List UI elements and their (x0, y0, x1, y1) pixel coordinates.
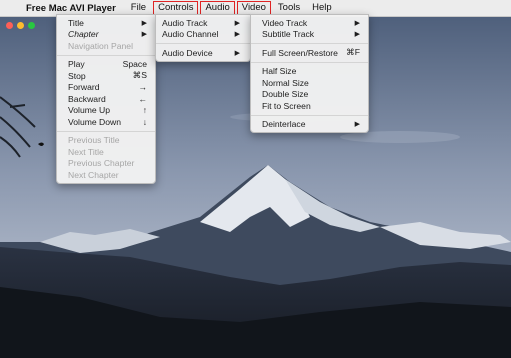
menu-item-label: Fit to Screen (262, 100, 311, 111)
menu-item-double-size[interactable]: Double Size (251, 89, 368, 101)
menu-item-navigation-panel: Navigation Panel (57, 40, 155, 52)
menu-item-label: Next Chapter (68, 169, 119, 180)
menu-item-stop[interactable]: Stop ⌘S (57, 70, 155, 82)
menu-item-backward[interactable]: Backward ← (57, 93, 155, 105)
menu-separator (156, 43, 250, 44)
shortcut-label: Space (122, 59, 147, 70)
shortcut-label: ⌘F (346, 47, 360, 58)
menu-item-audio-channel[interactable]: Audio Channel ▶ (156, 29, 250, 41)
menu-help[interactable]: Help (307, 1, 337, 15)
menu-item-label: Volume Down (68, 116, 122, 127)
app-name-menu[interactable]: Free Mac AVI Player (26, 3, 116, 14)
submenu-arrow-icon: ▶ (141, 31, 147, 39)
menu-audio[interactable]: Audio (200, 1, 235, 15)
controls-dropdown: Title ▶ Chapter ▶ Navigation Panel Play … (56, 14, 156, 184)
submenu-arrow-icon: ▶ (234, 49, 240, 57)
menu-item-label: Audio Track (162, 17, 208, 28)
menu-item-label: Full Screen/Restore (262, 47, 338, 58)
menu-item-fit-to-screen[interactable]: Fit to Screen (251, 100, 368, 112)
menu-item-audio-device[interactable]: Audio Device ▶ (156, 47, 250, 59)
menu-separator (251, 114, 368, 116)
menu-item-normal-size[interactable]: Normal Size (251, 77, 368, 89)
up-arrow-icon: ↑ (142, 105, 147, 116)
menu-item-label: Volume Up (68, 105, 111, 116)
menu-item-label: Half Size (262, 66, 297, 77)
down-arrow-icon: ↓ (142, 116, 147, 127)
menu-item-label: Play (68, 59, 85, 70)
menu-item-volume-up[interactable]: Volume Up ↑ (57, 105, 155, 117)
menu-controls[interactable]: Controls (153, 1, 199, 15)
menu-item-label: Forward (68, 82, 100, 93)
menu-separator (251, 43, 368, 44)
minimize-window-icon[interactable] (17, 22, 24, 29)
menu-item-label: Video Track (262, 17, 308, 28)
submenu-arrow-icon: ▶ (234, 19, 240, 27)
menu-item-title[interactable]: Title ▶ (57, 17, 155, 29)
menu-item-label: Navigation Panel (68, 40, 133, 51)
menu-item-previous-title: Previous Title (57, 135, 155, 147)
menu-item-label: Previous Chapter (68, 158, 135, 169)
menu-item-subtitle-track[interactable]: Subtitle Track ▶ (251, 29, 368, 41)
menu-item-forward[interactable]: Forward → (57, 82, 155, 94)
submenu-arrow-icon: ▶ (354, 31, 360, 39)
menu-item-label: Audio Device (162, 47, 213, 58)
menu-tools[interactable]: Tools (273, 1, 305, 15)
menu-item-next-chapter: Next Chapter (57, 169, 155, 181)
left-arrow-icon: ← (138, 93, 147, 104)
menu-item-deinterlace[interactable]: Deinterlace ▶ (251, 119, 368, 131)
menu-item-volume-down[interactable]: Volume Down ↓ (57, 116, 155, 128)
menu-item-label: Normal Size (262, 77, 309, 88)
menu-item-label: Backward (68, 93, 106, 104)
right-arrow-icon: → (138, 82, 147, 93)
menu-file[interactable]: File (126, 1, 151, 15)
menu-item-label: Subtitle Track (262, 29, 315, 40)
zoom-window-icon[interactable] (28, 22, 35, 29)
menu-separator (57, 130, 155, 132)
menu-item-label: Next Title (68, 146, 104, 157)
submenu-arrow-icon: ▶ (354, 19, 360, 27)
menu-item-label: Previous Title (68, 135, 120, 146)
menu-item-previous-chapter: Previous Chapter (57, 158, 155, 170)
menu-item-video-track[interactable]: Video Track ▶ (251, 17, 368, 29)
submenu-arrow-icon: ▶ (354, 121, 360, 129)
video-dropdown: Video Track ▶ Subtitle Track ▶ Full Scre… (250, 14, 369, 133)
window-controls (6, 22, 35, 29)
menu-item-label: Double Size (262, 89, 309, 100)
menu-video[interactable]: Video (236, 1, 271, 15)
audio-dropdown: Audio Track ▶ Audio Channel ▶ Audio Devi… (155, 14, 251, 62)
menu-item-full-screen[interactable]: Full Screen/Restore ⌘F (251, 47, 368, 59)
shortcut-label: ⌘S (132, 70, 147, 81)
menu-separator (251, 61, 368, 63)
menu-item-label: Deinterlace (262, 119, 306, 130)
menu-item-chapter[interactable]: Chapter ▶ (57, 29, 155, 41)
menu-item-label: Title (68, 17, 84, 28)
menu-item-play[interactable]: Play Space (57, 59, 155, 71)
menu-item-next-title: Next Title (57, 146, 155, 158)
menu-separator (57, 54, 155, 56)
menu-item-label: Audio Channel (162, 29, 219, 40)
submenu-arrow-icon: ▶ (141, 19, 147, 27)
menu-item-label: Chapter (68, 29, 99, 40)
menu-item-audio-track[interactable]: Audio Track ▶ (156, 17, 250, 29)
submenu-arrow-icon: ▶ (234, 31, 240, 39)
menu-item-label: Stop (68, 70, 86, 81)
close-window-icon[interactable] (6, 22, 13, 29)
menu-item-half-size[interactable]: Half Size (251, 66, 368, 78)
